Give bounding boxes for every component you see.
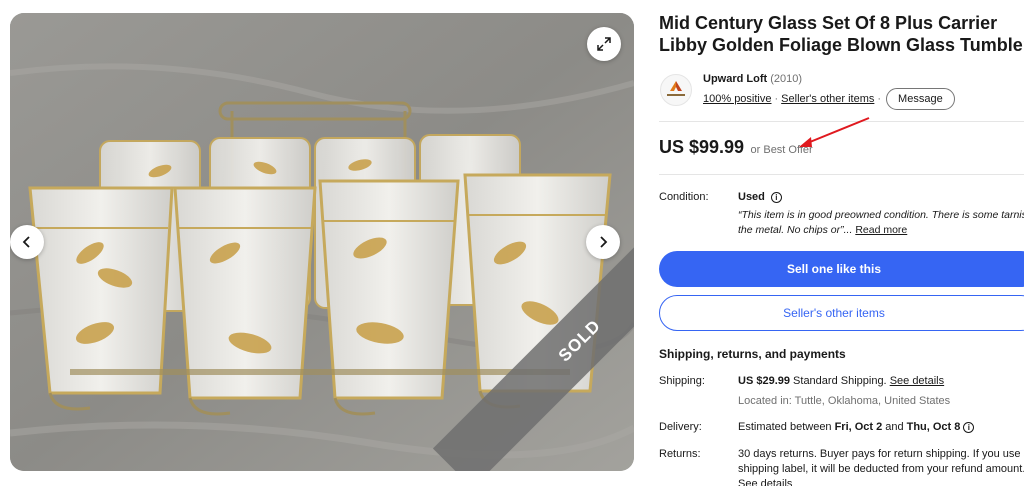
seller-feedback-count: (2010) bbox=[770, 73, 803, 85]
returns-label: Returns: bbox=[659, 448, 701, 460]
divider bbox=[659, 174, 1024, 175]
expand-image-button[interactable] bbox=[587, 27, 621, 61]
condition-text: Used bbox=[738, 191, 765, 203]
shipping-type: Standard Shipping. bbox=[793, 375, 887, 387]
condition-label: Condition: bbox=[659, 191, 709, 203]
image-gallery[interactable]: SOLD bbox=[10, 13, 634, 471]
separator-dot: · bbox=[877, 93, 882, 105]
upward-loft-logo-icon bbox=[667, 81, 685, 96]
message-button[interactable]: Message bbox=[886, 88, 955, 110]
chevron-right-icon bbox=[600, 236, 608, 248]
expand-arrows-icon bbox=[597, 37, 611, 51]
delivery-start: Fri, Oct 2 bbox=[834, 421, 883, 433]
returns-line-1: 30 days returns. Buyer pays for return s… bbox=[738, 448, 1024, 460]
item-location: Located in: Tuttle, Oklahoma, United Sta… bbox=[738, 395, 951, 407]
shipping-value: US $29.99 Standard Shipping. See details bbox=[738, 375, 944, 387]
delivery-label: Delivery: bbox=[659, 421, 702, 433]
next-image-button[interactable] bbox=[586, 225, 620, 259]
shipping-heading: Shipping, returns, and payments bbox=[659, 347, 846, 361]
chevron-left-icon bbox=[22, 236, 30, 248]
separator-dot: · bbox=[774, 93, 779, 105]
returns-see-details-link[interactable]: See details bbox=[738, 478, 792, 486]
seller-name-row: Upward Loft (2010) bbox=[703, 73, 802, 85]
listing-info-panel: Mid Century Glass Set Of 8 Plus Carrier … bbox=[659, 0, 1024, 486]
red-arrow-annotation bbox=[799, 117, 870, 147]
delivery-and: and bbox=[885, 421, 904, 433]
delivery-value: Estimated between Fri, Oct 2 and Thu, Oc… bbox=[738, 421, 975, 433]
delivery-info-icon[interactable]: i bbox=[963, 421, 975, 433]
condition-value: Used i bbox=[738, 191, 782, 203]
condition-description-line2: the metal. No chips or” bbox=[738, 224, 844, 236]
seller-name[interactable]: Upward Loft bbox=[703, 73, 767, 85]
seller-logo[interactable] bbox=[660, 74, 692, 106]
condition-description-line2-row: the metal. No chips or”... Read more bbox=[738, 224, 908, 236]
seller-positive-link[interactable]: 100% positive bbox=[703, 93, 772, 105]
returns-line-2: shipping label, it will be deducted from… bbox=[738, 463, 1024, 475]
previous-image-button[interactable] bbox=[10, 225, 44, 259]
condition-description: “This item is in good preowned condition… bbox=[738, 208, 1024, 238]
condition-description-line1: “This item is in good preowned condition… bbox=[738, 209, 1024, 221]
delivery-prefix: Estimated between bbox=[738, 421, 832, 433]
sold-label: SOLD bbox=[554, 315, 605, 366]
sellers-other-items-button[interactable]: Seller's other items bbox=[659, 295, 1024, 331]
read-more-link[interactable]: Read more bbox=[855, 224, 907, 236]
info-icon[interactable]: i bbox=[770, 191, 782, 203]
shipping-label: Shipping: bbox=[659, 375, 705, 387]
listing-title: Mid Century Glass Set Of 8 Plus Carrier … bbox=[659, 13, 1024, 55]
sell-one-like-this-button[interactable]: Sell one like this bbox=[659, 251, 1024, 287]
seller-links: 100% positive · Seller's other items · M… bbox=[703, 88, 955, 110]
seller-other-items-link[interactable]: Seller's other items bbox=[781, 93, 874, 105]
shipping-see-details-link[interactable]: See details bbox=[890, 375, 944, 387]
delivery-end: Thu, Oct 8 bbox=[906, 421, 961, 433]
shipping-price: US $29.99 bbox=[738, 375, 790, 387]
